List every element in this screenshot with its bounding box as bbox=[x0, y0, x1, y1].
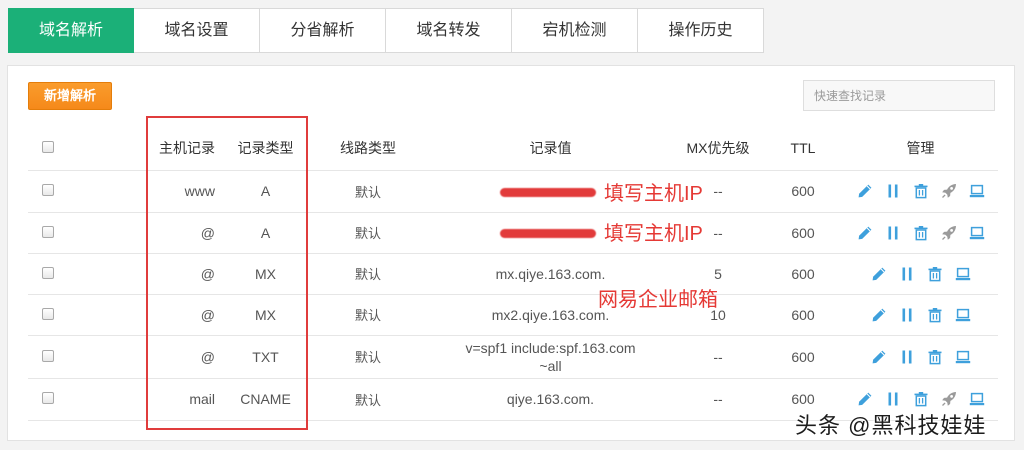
txt-record-value: v=spf1 include:spf.163.com ~all bbox=[465, 339, 636, 374]
annotation-netease-mail: 网易企业邮箱 bbox=[598, 289, 718, 311]
table-row: @ MX 默认 mx.qiye.163.com. 5 600 bbox=[28, 252, 998, 294]
edit-icon[interactable] bbox=[857, 183, 873, 199]
mx-cell: -- bbox=[673, 377, 763, 421]
line-cell: 默认 bbox=[308, 169, 428, 212]
ttl-cell: 600 bbox=[763, 252, 843, 294]
row-actions bbox=[843, 307, 998, 323]
pause-icon[interactable] bbox=[899, 307, 915, 323]
type-cell: MX bbox=[223, 293, 308, 335]
delete-icon[interactable] bbox=[927, 349, 943, 365]
mx-cell: -- bbox=[673, 334, 763, 378]
tab-domain-settings[interactable]: 域名设置 bbox=[134, 8, 260, 53]
row-actions bbox=[843, 391, 998, 407]
pause-icon[interactable] bbox=[899, 266, 915, 282]
line-cell: 默认 bbox=[308, 334, 428, 378]
host-cell: @ bbox=[68, 211, 223, 253]
header-manage: 管理 bbox=[906, 139, 935, 156]
row-checkbox[interactable] bbox=[42, 184, 54, 197]
pause-icon[interactable] bbox=[885, 391, 901, 407]
dns-management-page: 域名解析 域名设置 分省解析 域名转发 宕机检测 操作历史 新增解析 主机记录 … bbox=[0, 0, 1024, 450]
header-type: 记录类型 bbox=[237, 139, 294, 156]
header-line: 线路类型 bbox=[340, 139, 396, 156]
delete-icon[interactable] bbox=[927, 307, 943, 323]
host-cell: www bbox=[68, 169, 223, 212]
header-ttl: TTL bbox=[790, 139, 816, 156]
ttl-cell: 600 bbox=[763, 211, 843, 253]
pause-icon[interactable] bbox=[885, 225, 901, 241]
watermark: 头条 @黑科技娃娃 bbox=[795, 413, 987, 438]
ttl-cell: 600 bbox=[763, 169, 843, 212]
host-cell: @ bbox=[68, 293, 223, 335]
header-value: 记录值 bbox=[529, 139, 572, 156]
line-cell: 默认 bbox=[308, 211, 428, 253]
edit-icon[interactable] bbox=[871, 266, 887, 282]
edit-icon[interactable] bbox=[871, 307, 887, 323]
line-cell: 默认 bbox=[308, 293, 428, 335]
table-row: @ A 默认 -- 600 bbox=[28, 211, 998, 253]
row-checkbox[interactable] bbox=[42, 392, 54, 405]
delete-icon[interactable] bbox=[913, 183, 929, 199]
delete-icon[interactable] bbox=[913, 225, 929, 241]
line-cell: 默认 bbox=[308, 377, 428, 421]
monitor-icon[interactable] bbox=[969, 225, 985, 241]
dns-record-table: 主机记录 记录类型 线路类型 记录值 MX优先级 TTL 管理 www A 默认… bbox=[28, 126, 998, 421]
rocket-icon[interactable] bbox=[941, 391, 957, 407]
value-cell: v=spf1 include:spf.163.com ~all bbox=[428, 334, 673, 378]
tab-bar: 域名解析 域名设置 分省解析 域名转发 宕机检测 操作历史 bbox=[8, 8, 764, 53]
ttl-cell: 600 bbox=[763, 334, 843, 378]
tab-dns-resolution[interactable]: 域名解析 bbox=[8, 8, 134, 53]
host-cell: @ bbox=[68, 334, 223, 378]
tab-downtime-monitoring[interactable]: 宕机检测 bbox=[512, 8, 638, 53]
annotation-host-ip: 填写主机IP bbox=[604, 223, 703, 245]
header-host: 主机记录 bbox=[159, 139, 215, 156]
type-cell: A bbox=[223, 169, 308, 212]
monitor-icon[interactable] bbox=[969, 183, 985, 199]
table-row: www A 默认 -- 600 bbox=[28, 169, 998, 212]
edit-icon[interactable] bbox=[857, 225, 873, 241]
pause-icon[interactable] bbox=[885, 183, 901, 199]
annotation-host-ip: 填写主机IP bbox=[604, 183, 703, 205]
row-actions bbox=[843, 266, 998, 282]
delete-icon[interactable] bbox=[913, 391, 929, 407]
row-checkbox[interactable] bbox=[42, 349, 54, 362]
host-cell: mail bbox=[68, 377, 223, 421]
row-checkbox[interactable] bbox=[42, 266, 54, 279]
row-actions bbox=[843, 183, 998, 199]
header-mx-priority: MX优先级 bbox=[686, 139, 750, 156]
type-cell: TXT bbox=[223, 334, 308, 378]
tab-domain-forwarding[interactable]: 域名转发 bbox=[386, 8, 512, 53]
line-cell: 默认 bbox=[308, 252, 428, 294]
type-cell: MX bbox=[223, 252, 308, 294]
edit-icon[interactable] bbox=[857, 391, 873, 407]
table-header-row: 主机记录 记录类型 线路类型 记录值 MX优先级 TTL 管理 bbox=[28, 126, 998, 170]
tab-province-resolution[interactable]: 分省解析 bbox=[260, 8, 386, 53]
monitor-icon[interactable] bbox=[955, 266, 971, 282]
redaction-mark bbox=[499, 229, 596, 239]
add-record-button[interactable]: 新增解析 bbox=[28, 82, 112, 110]
rocket-icon[interactable] bbox=[941, 225, 957, 241]
rocket-icon[interactable] bbox=[941, 183, 957, 199]
type-cell: A bbox=[223, 211, 308, 253]
monitor-icon[interactable] bbox=[969, 391, 985, 407]
pause-icon[interactable] bbox=[899, 349, 915, 365]
type-cell: CNAME bbox=[223, 377, 308, 421]
row-actions bbox=[843, 225, 998, 241]
monitor-icon[interactable] bbox=[955, 307, 971, 323]
redaction-mark bbox=[499, 187, 596, 197]
host-cell: @ bbox=[68, 252, 223, 294]
table-row: @ TXT 默认 v=spf1 include:spf.163.com ~all… bbox=[28, 334, 998, 378]
table-row: @ MX 默认 mx2.qiye.163.com. 10 600 bbox=[28, 293, 998, 335]
tab-operation-history[interactable]: 操作历史 bbox=[638, 8, 764, 53]
delete-icon[interactable] bbox=[927, 266, 943, 282]
select-all-checkbox[interactable] bbox=[42, 141, 54, 154]
row-checkbox[interactable] bbox=[42, 225, 54, 238]
monitor-icon[interactable] bbox=[955, 349, 971, 365]
search-records-input[interactable] bbox=[803, 80, 995, 111]
value-cell: qiye.163.com. bbox=[428, 377, 673, 421]
edit-icon[interactable] bbox=[871, 349, 887, 365]
row-actions bbox=[843, 349, 998, 365]
ttl-cell: 600 bbox=[763, 293, 843, 335]
row-checkbox[interactable] bbox=[42, 307, 54, 320]
